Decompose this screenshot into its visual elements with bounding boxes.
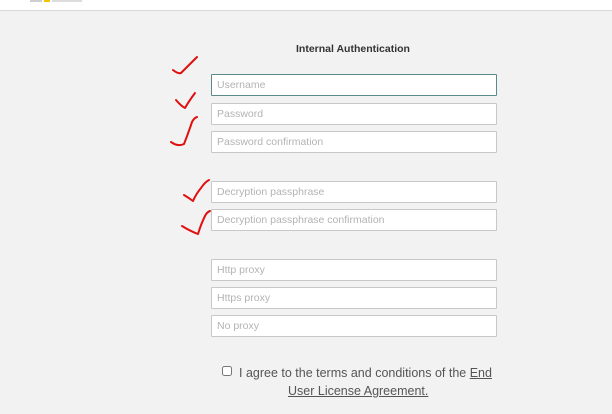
eula-checkbox[interactable] bbox=[222, 366, 232, 376]
checkmark-username-icon bbox=[172, 56, 198, 75]
top-bar bbox=[0, 0, 612, 11]
checkmark-password-icon bbox=[175, 92, 196, 109]
decryption-passphrase-confirmation-field[interactable] bbox=[211, 209, 497, 231]
checkmark-decryption-passphrase-icon bbox=[183, 179, 210, 202]
http-proxy-field[interactable] bbox=[211, 259, 497, 281]
decryption-passphrase-field[interactable] bbox=[211, 181, 497, 203]
checkmark-password-confirmation-icon bbox=[170, 116, 198, 147]
page-title: Internal Authentication bbox=[296, 43, 410, 55]
hand-drawn-checkmarks bbox=[170, 56, 211, 235]
eula-text: I agree to the terms and conditions of t… bbox=[239, 364, 509, 400]
password-confirmation-field[interactable] bbox=[211, 131, 497, 153]
https-proxy-field[interactable] bbox=[211, 287, 497, 309]
password-field[interactable] bbox=[211, 103, 497, 125]
eula-label: I agree to the terms and conditions of t… bbox=[239, 366, 470, 380]
eula-link-part1[interactable]: End bbox=[470, 366, 492, 380]
eula-link-part2[interactable]: User License Agreement. bbox=[239, 382, 509, 400]
logo bbox=[30, 0, 82, 3]
username-field[interactable] bbox=[211, 74, 497, 96]
checkmark-decryption-confirmation-icon bbox=[181, 210, 211, 235]
no-proxy-field[interactable] bbox=[211, 315, 497, 337]
